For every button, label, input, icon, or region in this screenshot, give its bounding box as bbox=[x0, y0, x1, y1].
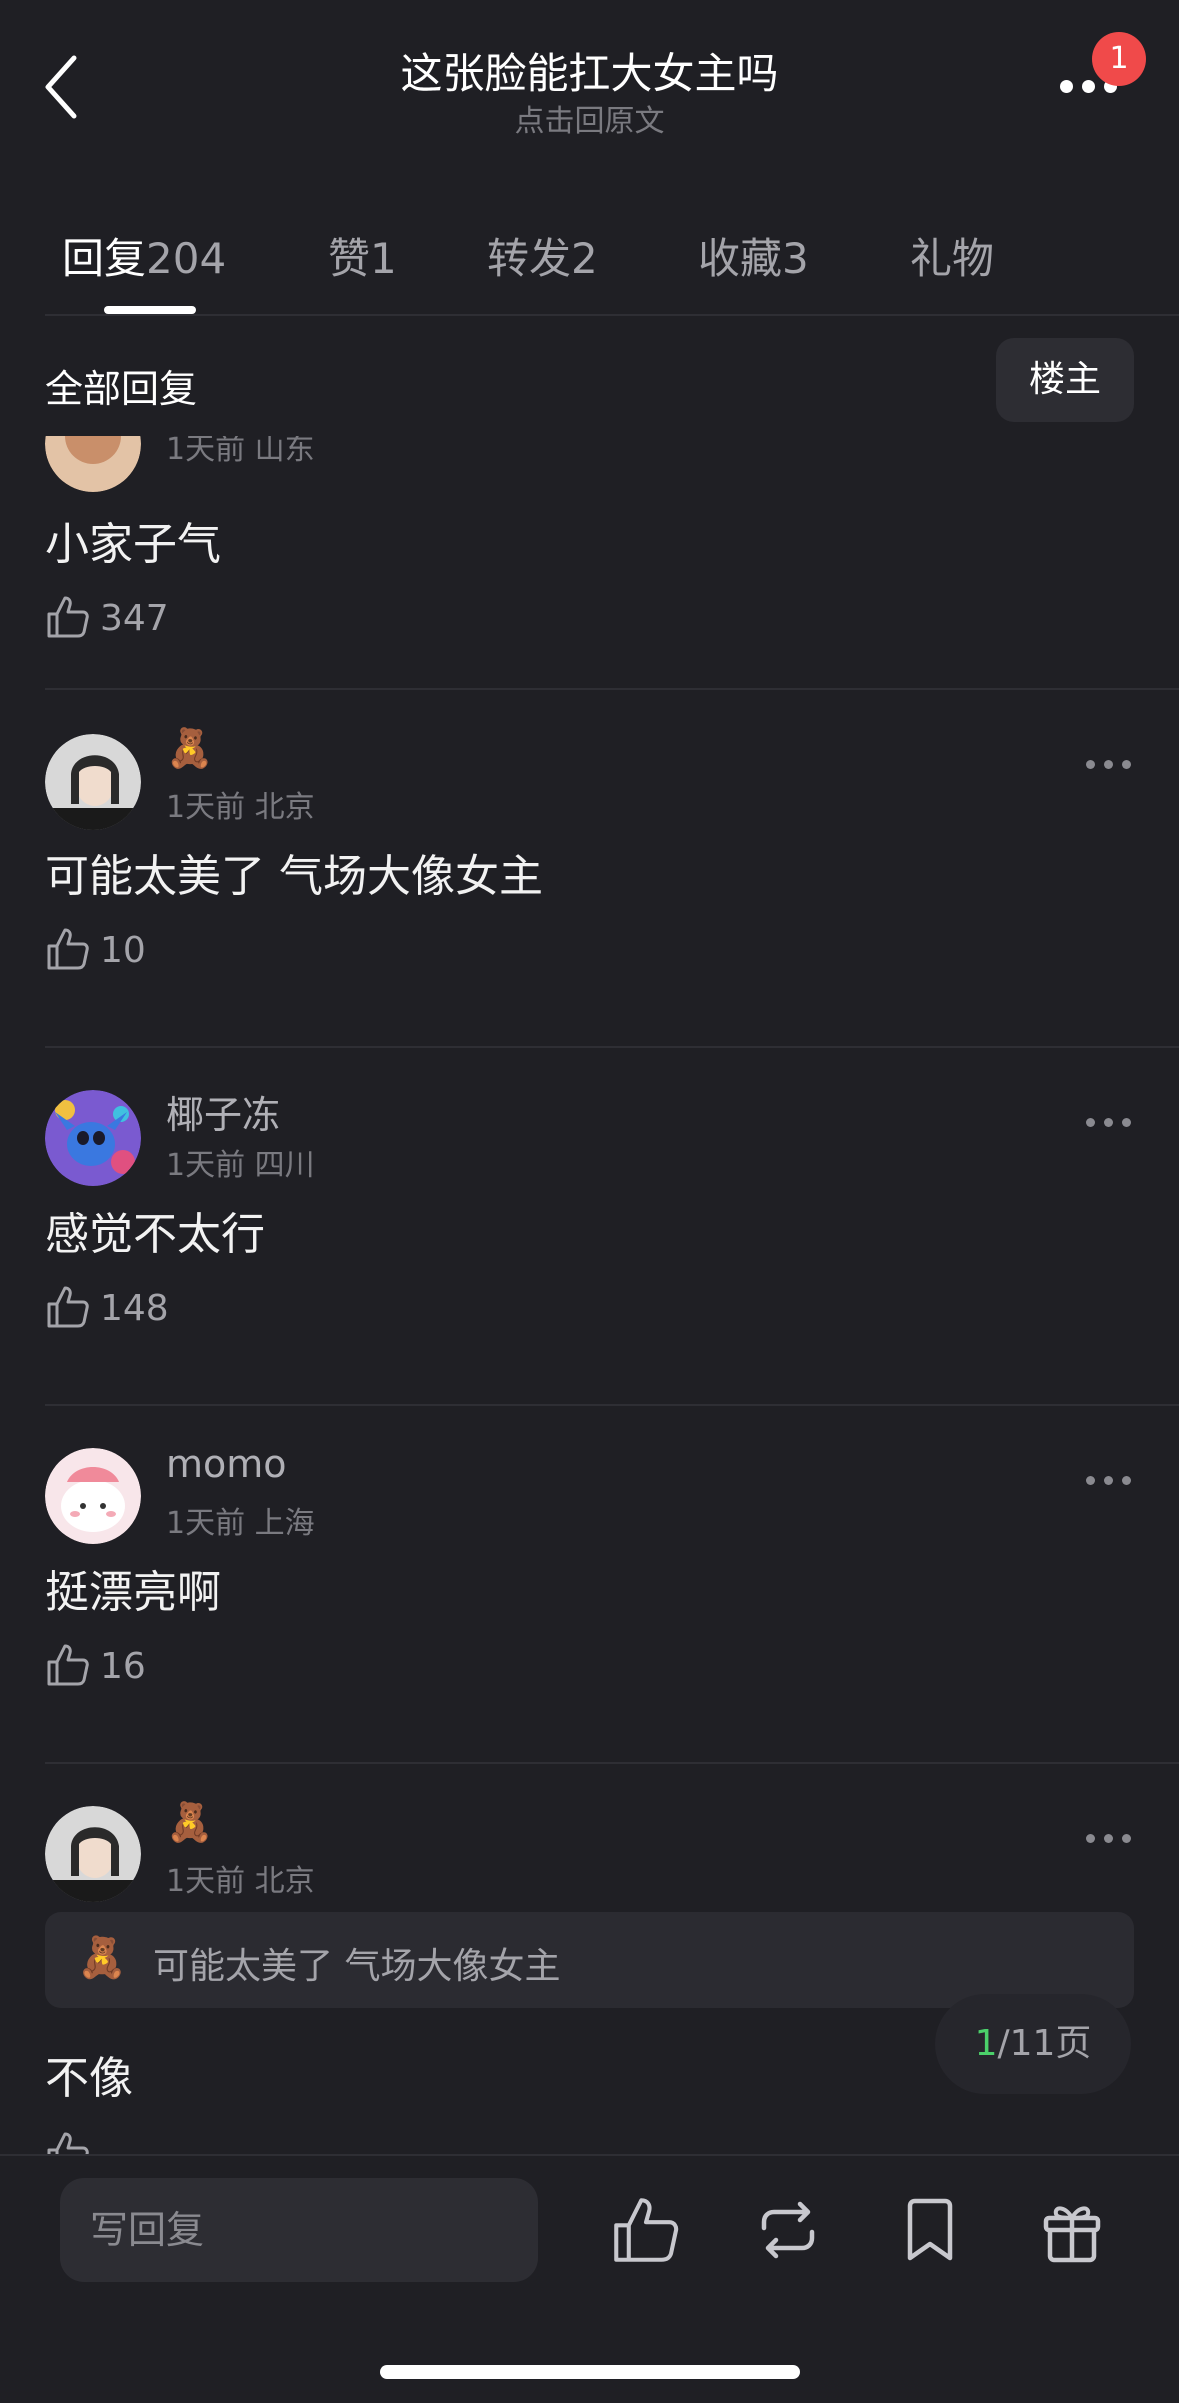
quote-user: 🧸 bbox=[77, 1935, 127, 1981]
current-page: 1 bbox=[974, 2023, 998, 2064]
avatar-girl-photo bbox=[45, 734, 141, 830]
comment-more-icon[interactable] bbox=[1086, 1834, 1132, 1848]
gift-button[interactable] bbox=[1036, 2194, 1108, 2266]
avatar-stitch bbox=[45, 1090, 141, 1186]
active-tab-indicator bbox=[104, 306, 196, 314]
reply-input[interactable] bbox=[60, 2178, 538, 2282]
quoted-reply[interactable]: 🧸 可能太美了 气场大像女主 bbox=[45, 1912, 1134, 2008]
page-title: 这张脸能扛大女主吗 bbox=[400, 49, 779, 98]
avatar[interactable] bbox=[45, 1806, 141, 1902]
comment-text[interactable]: 不像 bbox=[45, 2042, 133, 2106]
tab-gifts[interactable]: 礼物 bbox=[910, 225, 994, 286]
comment-more-icon[interactable] bbox=[1086, 1476, 1132, 1490]
avatar-pink-cartoon bbox=[45, 1448, 141, 1544]
quote-text: 可能太美了 气场大像女主 bbox=[153, 1946, 561, 1987]
tab-reposts[interactable]: 转发2 bbox=[487, 225, 598, 286]
divider bbox=[45, 1046, 1179, 1048]
thumbs-up-icon bbox=[47, 2132, 89, 2156]
gift-icon bbox=[1043, 2206, 1101, 2263]
notification-badge: 1 bbox=[1092, 32, 1146, 86]
avatar[interactable] bbox=[45, 734, 141, 830]
repost-icon bbox=[761, 2201, 815, 2259]
like-count: 16 bbox=[100, 1646, 146, 1687]
avatar-girl-photo bbox=[45, 1806, 141, 1902]
comment-text[interactable]: 挺漂亮啊 bbox=[45, 1556, 221, 1620]
bookmark-button[interactable] bbox=[894, 2194, 966, 2266]
total-pages: /11页 bbox=[997, 2023, 1092, 2064]
thumbs-up-icon bbox=[47, 1644, 89, 1686]
tab-favorites[interactable]: 收藏3 bbox=[698, 225, 809, 286]
like-count: 148 bbox=[100, 1288, 169, 1329]
comment-meta: 1天前 北京 bbox=[166, 790, 315, 825]
thumbs-up-icon bbox=[47, 928, 89, 970]
username[interactable]: momo bbox=[166, 1442, 287, 1486]
page-indicator[interactable]: 1/11页 bbox=[935, 1994, 1131, 2094]
username[interactable]: 椰子冻 bbox=[166, 1084, 280, 1139]
avatar[interactable] bbox=[45, 436, 141, 492]
comment-meta: 1天前 四川 bbox=[166, 1148, 315, 1183]
username[interactable]: 🧸 bbox=[166, 726, 213, 771]
thumbs-up-icon bbox=[47, 1286, 89, 1328]
comment-text[interactable]: 可能太美了 气场大像女主 bbox=[45, 840, 543, 904]
avatar-partial bbox=[45, 436, 141, 492]
comment-meta: 1天前 山东 bbox=[166, 436, 315, 467]
divider bbox=[45, 688, 1179, 690]
filter-bar: 全部回复 楼主 bbox=[0, 316, 1179, 436]
tab-likes[interactable]: 赞1 bbox=[328, 225, 397, 286]
home-indicator bbox=[380, 2365, 800, 2379]
comment-meta: 1天前 北京 bbox=[166, 1864, 315, 1899]
bookmark-icon bbox=[907, 2198, 953, 2261]
all-replies-label: 全部回复 bbox=[45, 367, 198, 411]
like-count: 10 bbox=[100, 930, 146, 971]
avatar[interactable] bbox=[45, 1448, 141, 1544]
thumbs-up-icon bbox=[47, 596, 89, 638]
top-nav-bar: 这张脸能扛大女主吗 点击回原文 1 bbox=[0, 0, 1179, 150]
comment-more-icon[interactable] bbox=[1086, 1118, 1132, 1132]
comment-text[interactable]: 感觉不太行 bbox=[45, 1198, 265, 1262]
repost-button[interactable] bbox=[752, 2194, 824, 2266]
username[interactable]: 🧸 bbox=[166, 1800, 213, 1845]
avatar[interactable] bbox=[45, 1090, 141, 1186]
like-post-button[interactable] bbox=[610, 2194, 682, 2266]
divider bbox=[45, 1404, 1179, 1406]
divider bbox=[45, 1762, 1179, 1764]
like-icon bbox=[614, 2198, 679, 2262]
tab-replies[interactable]: 回复204 bbox=[62, 225, 226, 286]
comment-list[interactable]: 1天前 山东 小家子气 347 🧸 1天前 北京 可能太美了 气场大像女主 10… bbox=[0, 436, 1179, 2156]
more-icon bbox=[1060, 80, 1073, 93]
like-count: 347 bbox=[100, 598, 169, 639]
comment-more-icon[interactable] bbox=[1086, 760, 1132, 774]
comment-text[interactable]: 小家子气 bbox=[45, 508, 221, 572]
back-to-original-link[interactable]: 点击回原文 bbox=[0, 96, 1179, 140]
tab-bar: 回复204 赞1 转发2 收藏3 礼物 bbox=[0, 200, 1179, 316]
comment-meta: 1天前 上海 bbox=[166, 1506, 315, 1541]
op-only-button[interactable]: 楼主 bbox=[996, 338, 1134, 422]
